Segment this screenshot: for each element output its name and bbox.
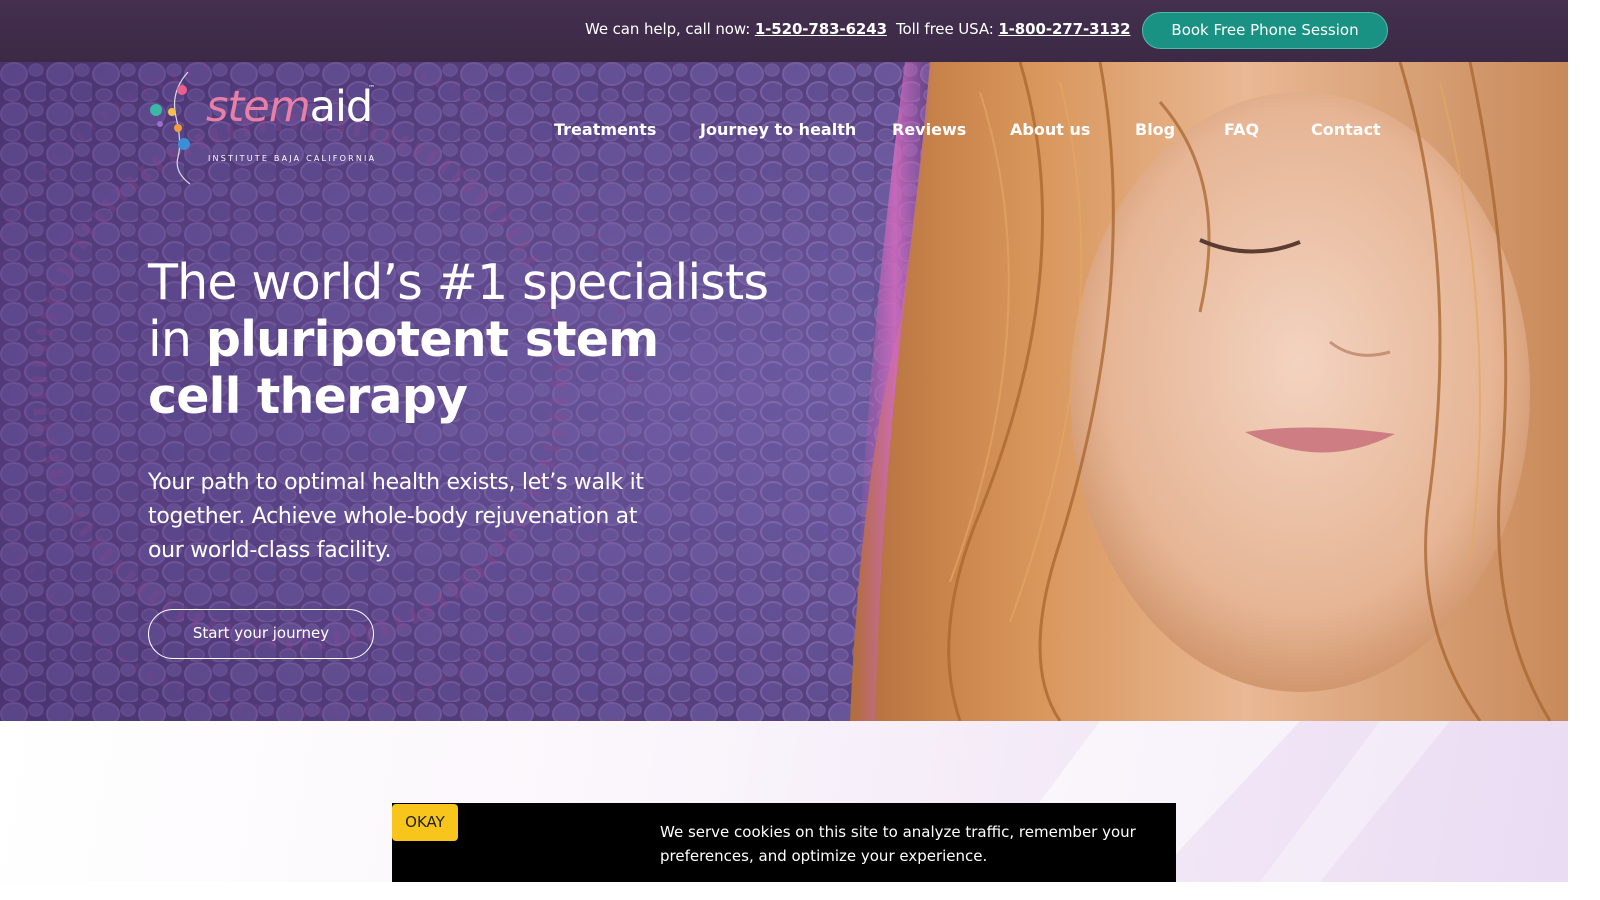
nav-treatments[interactable]: Treatments (554, 120, 656, 139)
cookie-okay-button[interactable]: OKAY (392, 804, 458, 841)
logo-mark-icon (150, 72, 191, 185)
hero-lead-text: Your path to optimal health exists, let’… (148, 470, 644, 563)
help-phone-link[interactable]: 1-520-783-6243 (755, 20, 887, 38)
headline-bold-1: pluripotent stem (205, 311, 659, 368)
cookie-message: We serve cookies on this site to analyze… (660, 823, 1136, 865)
logo-word-aid: aid (309, 82, 374, 132)
nav-faq[interactable]: FAQ (1224, 120, 1259, 139)
cookie-banner: OKAY We serve cookies on this site to an… (392, 803, 1176, 882)
book-phone-session-button[interactable]: Book Free Phone Session (1142, 12, 1388, 49)
logo-wordmark: stemaid (206, 82, 374, 132)
trademark-symbol: ™ (368, 84, 375, 92)
tollfree-phone-prefix: Toll free USA: (896, 20, 999, 38)
headline-in: in (148, 311, 206, 368)
nav-about-us[interactable]: About us (1010, 120, 1090, 139)
headline-bold-2: cell therapy (148, 368, 468, 425)
tollfree-phone-line: Toll free USA: 1-800-277-3132 (896, 20, 1131, 38)
nav-reviews[interactable]: Reviews (892, 120, 966, 139)
hero-headline: The world’s #1 specialists in pluripoten… (148, 254, 788, 425)
stemaid-logo[interactable]: stemaid ™ INSTITUTE BAJA CALIFORNIA (148, 72, 378, 187)
tollfree-phone-link[interactable]: 1-800-277-3132 (998, 20, 1130, 38)
top-contact-bar: We can help, call now: 1-520-783-6243 To… (0, 0, 1568, 62)
help-phone-prefix: We can help, call now: (585, 20, 755, 38)
nav-contact[interactable]: Contact (1311, 120, 1381, 139)
headline-line-1: The world’s #1 specialists (148, 254, 769, 311)
nav-journey-to-health[interactable]: Journey to health (700, 120, 856, 139)
help-phone-line: We can help, call now: 1-520-783-6243 (585, 20, 887, 38)
hero-section: stemaid ™ INSTITUTE BAJA CALIFORNIA Trea… (0, 62, 1568, 721)
logo-tagline: INSTITUTE BAJA CALIFORNIA (208, 154, 377, 163)
logo-word-stem: stem (206, 82, 311, 132)
start-your-journey-button[interactable]: Start your journey (148, 609, 374, 659)
nav-blog[interactable]: Blog (1135, 120, 1175, 139)
